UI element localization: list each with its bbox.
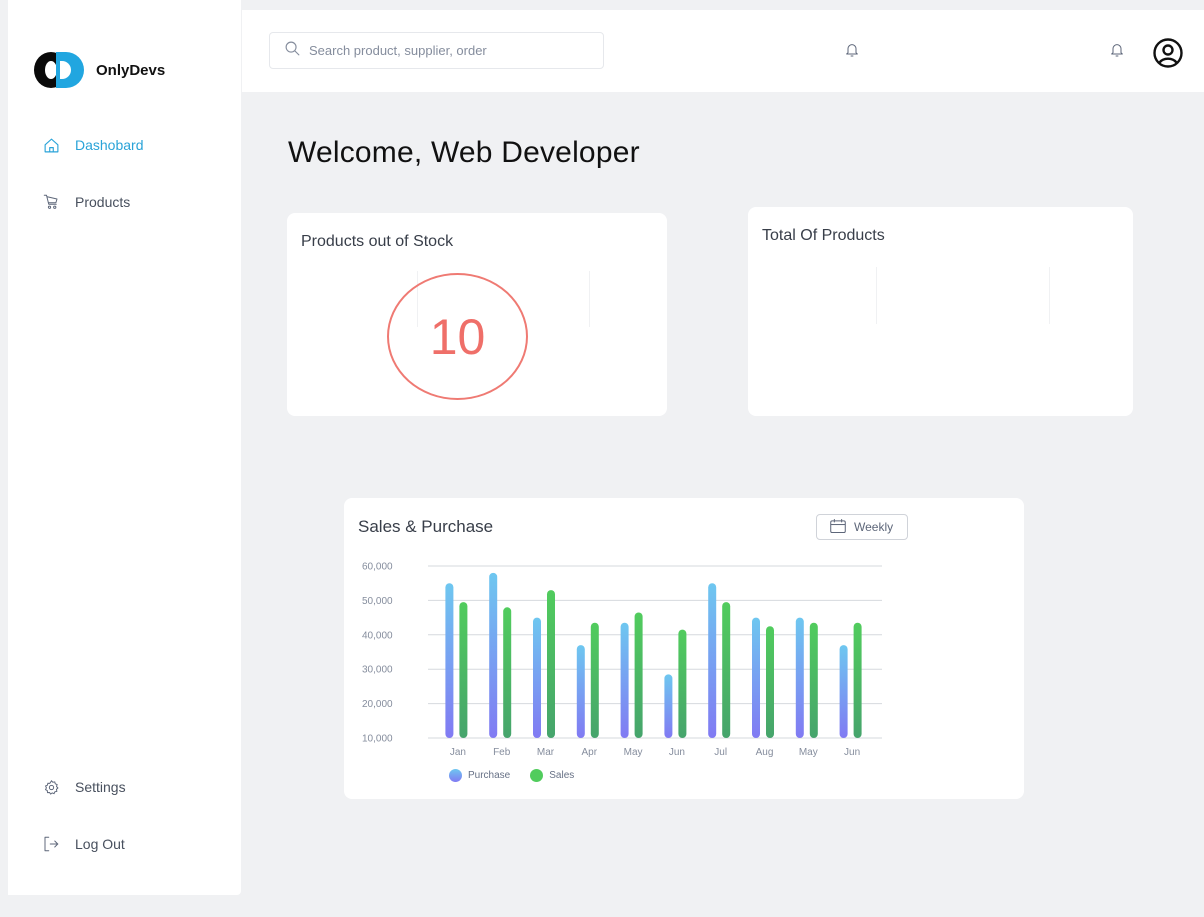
home-icon	[42, 136, 60, 154]
page-title: Welcome, Web Developer	[288, 136, 640, 169]
bar-purchase[interactable]	[576, 645, 585, 738]
logo-icon	[34, 52, 84, 88]
y-tick-label: 10,000	[362, 734, 393, 745]
logout-icon	[42, 835, 60, 853]
chart-legend: Purchase Sales	[449, 769, 594, 782]
sidebar-item-settings[interactable]: Settings	[42, 778, 126, 796]
card-title: Total Of Products	[762, 227, 885, 244]
brand-logo[interactable]: OnlyDevs	[34, 52, 165, 88]
legend-item-purchase[interactable]: Purchase	[449, 769, 510, 782]
bar-sales[interactable]	[809, 622, 818, 738]
sidebar: OnlyDevs Dashobard Products Settings Log…	[8, 0, 241, 895]
bar-purchase[interactable]	[839, 645, 848, 738]
period-dropdown-button[interactable]: Weekly	[816, 514, 908, 540]
bar-purchase[interactable]	[708, 583, 717, 738]
y-tick-label: 50,000	[362, 596, 393, 607]
search-icon	[284, 40, 301, 62]
cart-icon	[42, 193, 60, 211]
sales-purchase-chart: 10,000 20,000 30,000 40,000 50,000 60,000 Jan F…	[362, 562, 882, 758]
bar-purchase[interactable]	[445, 583, 454, 738]
y-tick-label: 60,000	[362, 562, 393, 573]
x-tick-label: Aug	[756, 747, 774, 758]
sidebar-item-label: Dashobard	[75, 137, 144, 153]
sidebar-item-dashboard[interactable]: Dashobard	[42, 136, 144, 154]
bar-sales[interactable]	[590, 622, 599, 738]
user-icon[interactable]	[1152, 37, 1184, 74]
y-tick-label: 30,000	[362, 665, 393, 676]
divider	[876, 267, 877, 324]
bar-purchase[interactable]	[752, 617, 760, 738]
stock-count: 10	[429, 308, 486, 365]
out-of-stock-card: Products out of Stock 10	[287, 213, 667, 416]
bar-sales[interactable]	[547, 590, 555, 738]
calendar-icon	[829, 518, 847, 537]
x-tick-label: Jan	[450, 747, 466, 758]
bar-sales[interactable]	[634, 612, 643, 738]
sidebar-item-label: Log Out	[75, 836, 125, 852]
legend-label: Sales	[549, 770, 575, 781]
divider	[589, 271, 590, 327]
y-tick-label: 40,000	[362, 630, 393, 641]
legend-item-sales[interactable]: Sales	[530, 769, 574, 782]
sales-purchase-card: 10,000 20,000 30,000 40,000 50,000 60,000 Jan F…	[344, 498, 1024, 799]
x-tick-label: Apr	[582, 747, 598, 758]
x-tick-label: Jun	[669, 747, 685, 758]
bar-sales[interactable]	[722, 602, 731, 738]
divider	[1049, 267, 1050, 324]
legend-label: Purchase	[468, 770, 511, 781]
sidebar-item-products[interactable]: Products	[42, 193, 130, 211]
bar-sales[interactable]	[853, 622, 862, 738]
x-tick-label: Feb	[493, 747, 511, 758]
bar-purchase[interactable]	[664, 674, 673, 738]
bar-sales[interactable]	[766, 626, 774, 738]
sidebar-item-label: Products	[75, 194, 131, 210]
bar-sales[interactable]	[459, 602, 468, 738]
x-tick-label: May	[624, 747, 643, 758]
bar-sales[interactable]	[503, 607, 512, 738]
x-tick-label: Jul	[714, 747, 727, 758]
bar-purchase[interactable]	[620, 622, 629, 738]
stock-count-circle: 10	[387, 273, 528, 400]
x-tick-label: May	[799, 747, 818, 758]
search-input[interactable]	[309, 43, 589, 58]
gear-icon	[42, 778, 60, 796]
brand-name: OnlyDevs	[96, 61, 166, 79]
search-box[interactable]	[269, 32, 604, 69]
legend-swatch	[530, 769, 544, 782]
top-bar	[242, 10, 1204, 92]
bell-icon[interactable]	[844, 41, 860, 64]
card-title: Products out of Stock	[301, 233, 454, 250]
bar-purchase[interactable]	[489, 572, 498, 738]
x-tick-label: Mar	[537, 747, 555, 758]
bar-sales[interactable]	[678, 629, 687, 738]
period-label: Weekly	[854, 520, 894, 534]
sidebar-item-label: Settings	[75, 779, 126, 795]
bar-purchase[interactable]	[533, 617, 541, 738]
sidebar-item-logout[interactable]: Log Out	[42, 835, 125, 853]
y-tick-label: 20,000	[362, 699, 393, 710]
chart-title: Sales & Purchase	[358, 517, 494, 536]
legend-swatch	[449, 769, 462, 782]
bar-purchase[interactable]	[795, 617, 804, 738]
x-tick-label: Jun	[844, 747, 860, 758]
total-products-card: Total Of Products	[748, 207, 1133, 416]
bell-icon[interactable]	[1109, 41, 1125, 64]
